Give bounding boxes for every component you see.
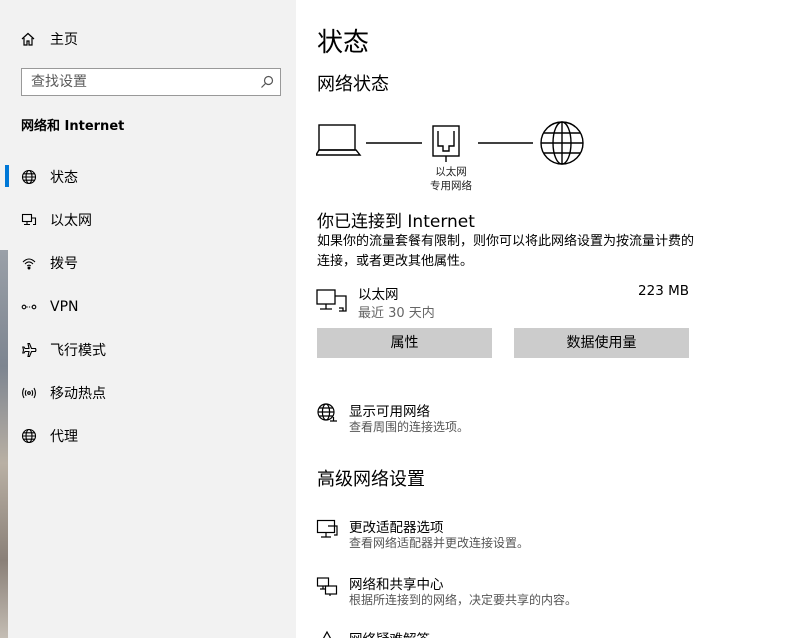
- dialup-icon: [22, 258, 36, 270]
- sharing-center-icon: [316, 577, 338, 596]
- network-status-heading: 网络状态: [317, 74, 389, 95]
- link-title: 网络和共享中心: [349, 577, 444, 593]
- link-title: 显示可用网络: [349, 404, 430, 420]
- sidebar: 主页 网络和 Internet 状态 以太网 拨号: [0, 0, 296, 638]
- show-available-networks-link[interactable]: 显示可用网络 查看周围的连接选项。: [316, 400, 776, 436]
- sidebar-item-airplane[interactable]: 飞行模式: [0, 328, 296, 371]
- warning-icon: [322, 630, 332, 638]
- sidebar-nav: 状态 以太网 拨号 VPN 飞行模式 移动热点 代理: [0, 155, 296, 458]
- change-adapter-options-link[interactable]: 更改适配器选项 查看网络适配器并更改连接设置。: [316, 516, 776, 552]
- home-icon: [21, 32, 35, 46]
- sidebar-item-label: 移动热点: [50, 386, 106, 403]
- globe-network-icon: [317, 403, 337, 422]
- connected-description: 如果你的流量套餐有限制，则你可以将此网络设置为按流量计费的连接，或者更改其他属性…: [317, 234, 695, 269]
- link-subtitle: 查看周围的连接选项。: [349, 420, 470, 434]
- hotspot-icon: [22, 387, 36, 399]
- page-title: 状态: [317, 28, 370, 58]
- ethernet-port-icon: [432, 125, 460, 162]
- vpn-icon: [21, 304, 37, 309]
- airplane-icon: [22, 342, 37, 357]
- diagram-label: 以太网 专用网络: [421, 165, 481, 193]
- diagram-label-line1: 以太网: [435, 166, 467, 178]
- ethernet-icon: [316, 289, 347, 312]
- main-content: 状态 网络状态 以太网 专用网络 你已连接到 Internet 如果你的流量套餐…: [296, 0, 800, 638]
- internet-globe-icon: [540, 121, 584, 165]
- globe-icon: [21, 429, 37, 444]
- ethernet-period: 最近 30 天内: [358, 306, 435, 321]
- sidebar-item-status[interactable]: 状态: [0, 155, 296, 198]
- properties-button[interactable]: 属性: [317, 328, 492, 358]
- sidebar-item-dialup[interactable]: 拨号: [0, 242, 296, 285]
- sidebar-item-label: 代理: [50, 429, 78, 446]
- section-heading: 网络和 Internet: [21, 119, 125, 134]
- ethernet-name: 以太网: [358, 287, 399, 303]
- link-subtitle: 查看网络适配器并更改连接设置。: [349, 536, 530, 550]
- search-icon[interactable]: [260, 75, 274, 89]
- sidebar-item-hotspot[interactable]: 移动热点: [0, 371, 296, 414]
- ethernet-icon: [21, 213, 37, 225]
- sidebar-item-label: 飞行模式: [50, 342, 106, 359]
- sidebar-item-vpn[interactable]: VPN: [0, 285, 296, 328]
- sidebar-item-proxy[interactable]: 代理: [0, 415, 296, 458]
- laptop-icon: [316, 124, 362, 156]
- ethernet-usage: 223 MB: [638, 283, 689, 299]
- home-link[interactable]: 主页: [20, 28, 78, 50]
- advanced-settings-heading: 高级网络设置: [317, 469, 425, 490]
- ethernet-usage-row: 以太网 最近 30 天内 223 MB: [316, 283, 689, 323]
- search-input[interactable]: [22, 69, 252, 95]
- search-box[interactable]: [21, 68, 281, 96]
- sharing-center-link[interactable]: 网络和共享中心 根据所连接到的网络，决定要共享的内容。: [316, 573, 776, 609]
- sidebar-item-label: 状态: [50, 169, 78, 186]
- link-subtitle: 根据所连接到的网络，决定要共享的内容。: [349, 593, 578, 607]
- troubleshooter-link[interactable]: 网络疑难解答: [316, 628, 776, 638]
- diagram-label-line2: 专用网络: [430, 180, 472, 192]
- home-label: 主页: [50, 32, 78, 48]
- sidebar-item-label: VPN: [50, 298, 79, 315]
- globe-icon: [21, 169, 37, 184]
- sidebar-item-ethernet[interactable]: 以太网: [0, 198, 296, 241]
- connected-heading: 你已连接到 Internet: [317, 212, 475, 232]
- link-title: 更改适配器选项: [349, 520, 444, 536]
- network-adapter-icon: [316, 519, 338, 538]
- sidebar-item-label: 拨号: [50, 256, 78, 273]
- data-usage-button[interactable]: 数据使用量: [514, 328, 689, 358]
- link-title: 网络疑难解答: [349, 628, 430, 638]
- sidebar-item-label: 以太网: [50, 212, 92, 229]
